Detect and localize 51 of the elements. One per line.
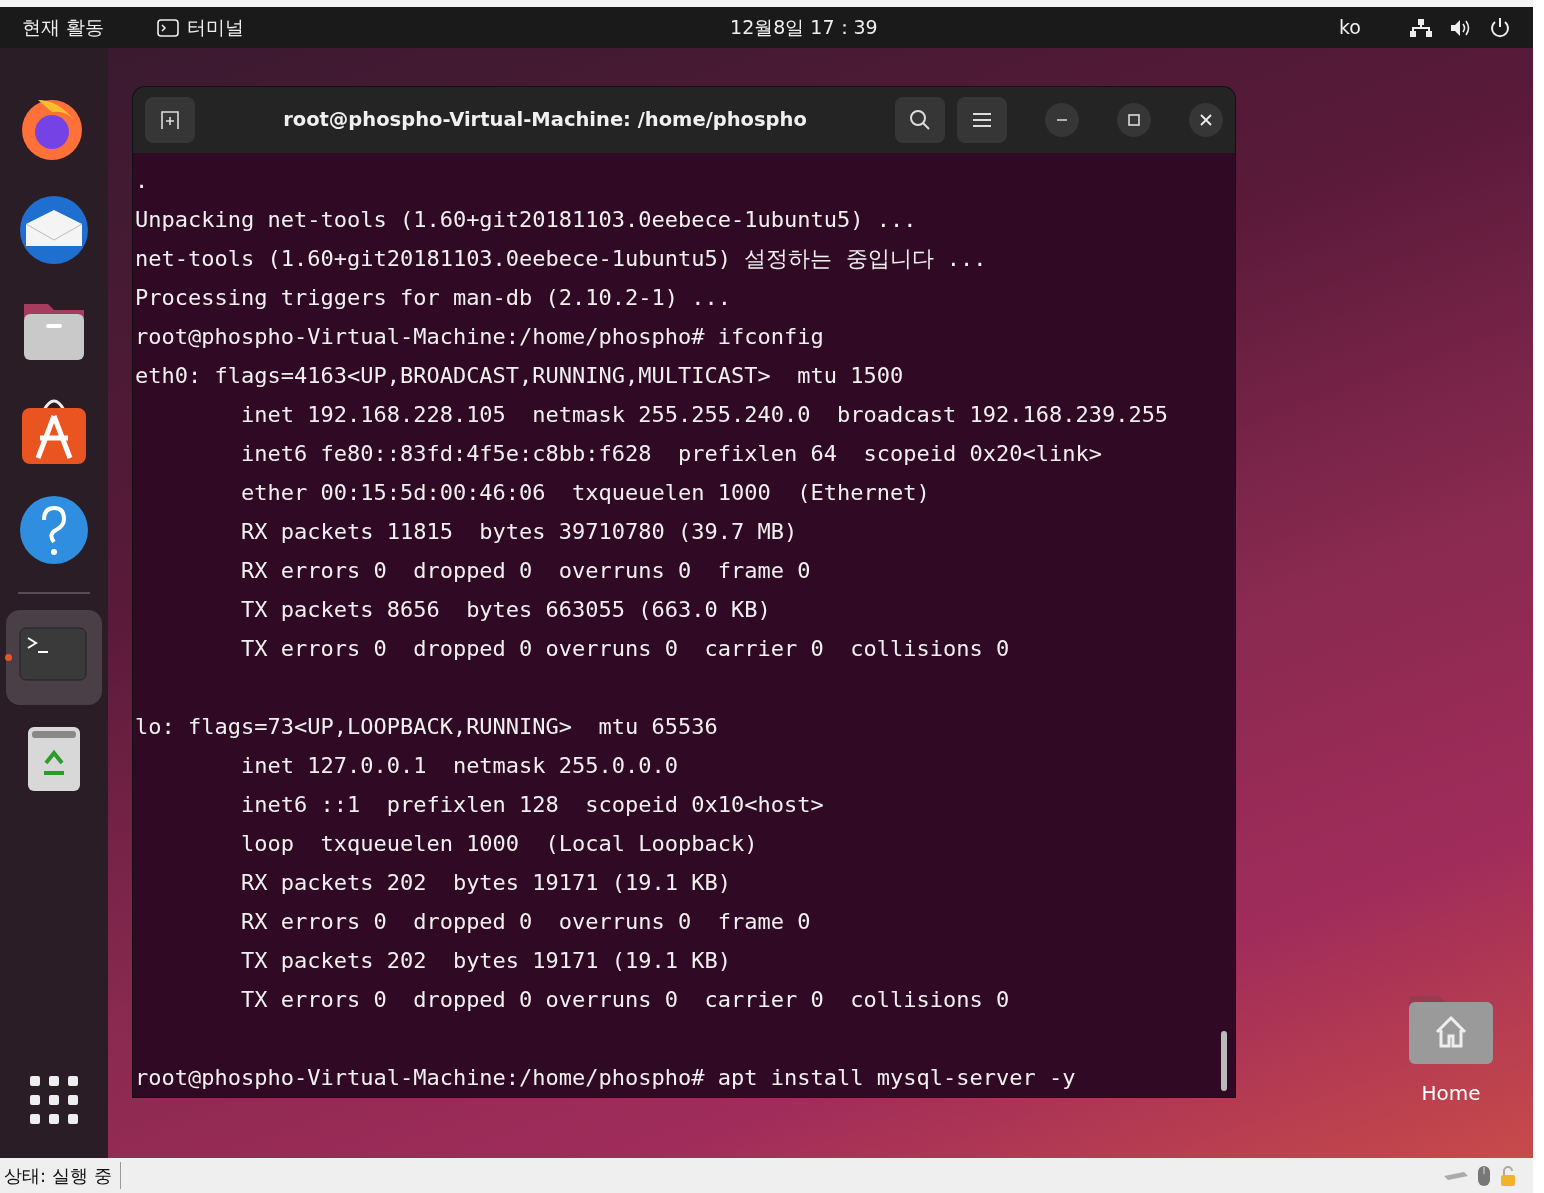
- desktop-icon-label[interactable]: Home: [1421, 1078, 1481, 1108]
- app-menu[interactable]: 터미널: [187, 13, 245, 42]
- terminal-line: TX errors 0 dropped 0 overruns 0 carrier 0 collisions 0: [239, 635, 1011, 663]
- minimize-icon: [1056, 119, 1068, 121]
- terminal-line: eth0: flags=4163<UP,BROADCAST,RUNNING,MULTICAST> mtu 1500: [135, 362, 905, 390]
- terminal-line: RX errors 0 dropped 0 overruns 0 frame 0: [239, 557, 812, 585]
- terminal-line: inet 127.0.0.1 netmask 255.0.0.0: [239, 752, 680, 780]
- terminal-line: Unpacking net-tools (1.60+git20181103.0eebece-1ubuntu5) ...: [135, 206, 918, 234]
- activities-button[interactable]: 현재 활동: [22, 13, 105, 42]
- app-grid-icon[interactable]: [30, 1076, 78, 1124]
- terminal-line: ether 00:15:5d:00:46:06 txqueuelen 1000 (Ethernet): [239, 479, 931, 507]
- network-icon[interactable]: [1409, 17, 1433, 38]
- scrollbar-thumb[interactable]: [1221, 1031, 1227, 1091]
- status-text: 상태: 실행 중: [0, 1162, 121, 1189]
- mouse-icon: [1477, 1164, 1491, 1187]
- terminal-line: inet6 ::1 prefixlen 128 scopeid 0x10<host>: [239, 791, 825, 819]
- search-button[interactable]: [895, 97, 945, 143]
- terminal-line: net-tools (1.60+git20181103.0eebece-1ubuntu5) 설정하는 중입니다 ...: [135, 245, 988, 273]
- running-indicator: [5, 654, 12, 661]
- terminal-line: RX errors 0 dropped 0 overruns 0 frame 0: [239, 908, 812, 936]
- terminal-line: TX packets 202 bytes 19171 (19.1 KB): [239, 947, 733, 975]
- terminal-icon: [157, 18, 180, 37]
- close-icon: [1200, 114, 1212, 126]
- terminal-line: lo: flags=73<UP,LOOPBACK,RUNNING> mtu 65536: [135, 713, 719, 741]
- input-method-indicator[interactable]: ko: [1339, 13, 1361, 42]
- maximize-icon: [1128, 114, 1140, 126]
- terminal-line: loop txqueuelen 1000 (Local Loopback): [239, 830, 759, 858]
- keyboard-icon: [1443, 1169, 1469, 1182]
- terminal-line: root@phospho-Virtual-Machine:/home/phospho# apt install mysql-server -y: [135, 1064, 1077, 1092]
- clock[interactable]: 12월8일 17：39: [730, 13, 878, 42]
- menu-button[interactable]: [957, 97, 1007, 143]
- terminal-line: inet 192.168.228.105 netmask 255.255.240.0 broadcast 192.168.239.255: [239, 401, 1170, 429]
- terminal-line: TX packets 8656 bytes 663055 (663.0 KB): [239, 596, 772, 624]
- maximize-button[interactable]: [1117, 103, 1151, 137]
- terminal-line: Processing triggers for man-db (2.10.2-1) ...: [135, 284, 733, 312]
- menu-icon: [972, 112, 992, 128]
- envelope-globe-icon[interactable]: [18, 194, 90, 266]
- window-title: root@phospho-Virtual-Machine: /home/phospho: [282, 107, 808, 134]
- terminal-line: RX packets 11815 bytes 39710780 (39.7 MB): [239, 518, 799, 546]
- terminal-line: root@phospho-Virtual-Machine:/home/phospho# ifconfig: [135, 323, 825, 351]
- terminal-line: TX errors 0 dropped 0 overruns 0 carrier 0 collisions 0: [239, 986, 1011, 1014]
- terminal-line: RX packets 202 bytes 19171 (19.1 KB): [239, 869, 733, 897]
- close-button[interactable]: [1189, 103, 1223, 137]
- new-tab-icon: [159, 109, 181, 131]
- search-icon: [909, 109, 931, 131]
- new-tab-button[interactable]: [145, 97, 195, 143]
- padlock-icon: [1499, 1164, 1517, 1187]
- terminal-line: inet6 fe80::83fd:4f5e:c8bb:f628 prefixlen 64 scopeid 0x20<link>: [239, 440, 1103, 468]
- power-icon[interactable]: [1489, 16, 1511, 39]
- terminal-line: .: [135, 167, 150, 195]
- question-mark-icon[interactable]: [18, 494, 90, 566]
